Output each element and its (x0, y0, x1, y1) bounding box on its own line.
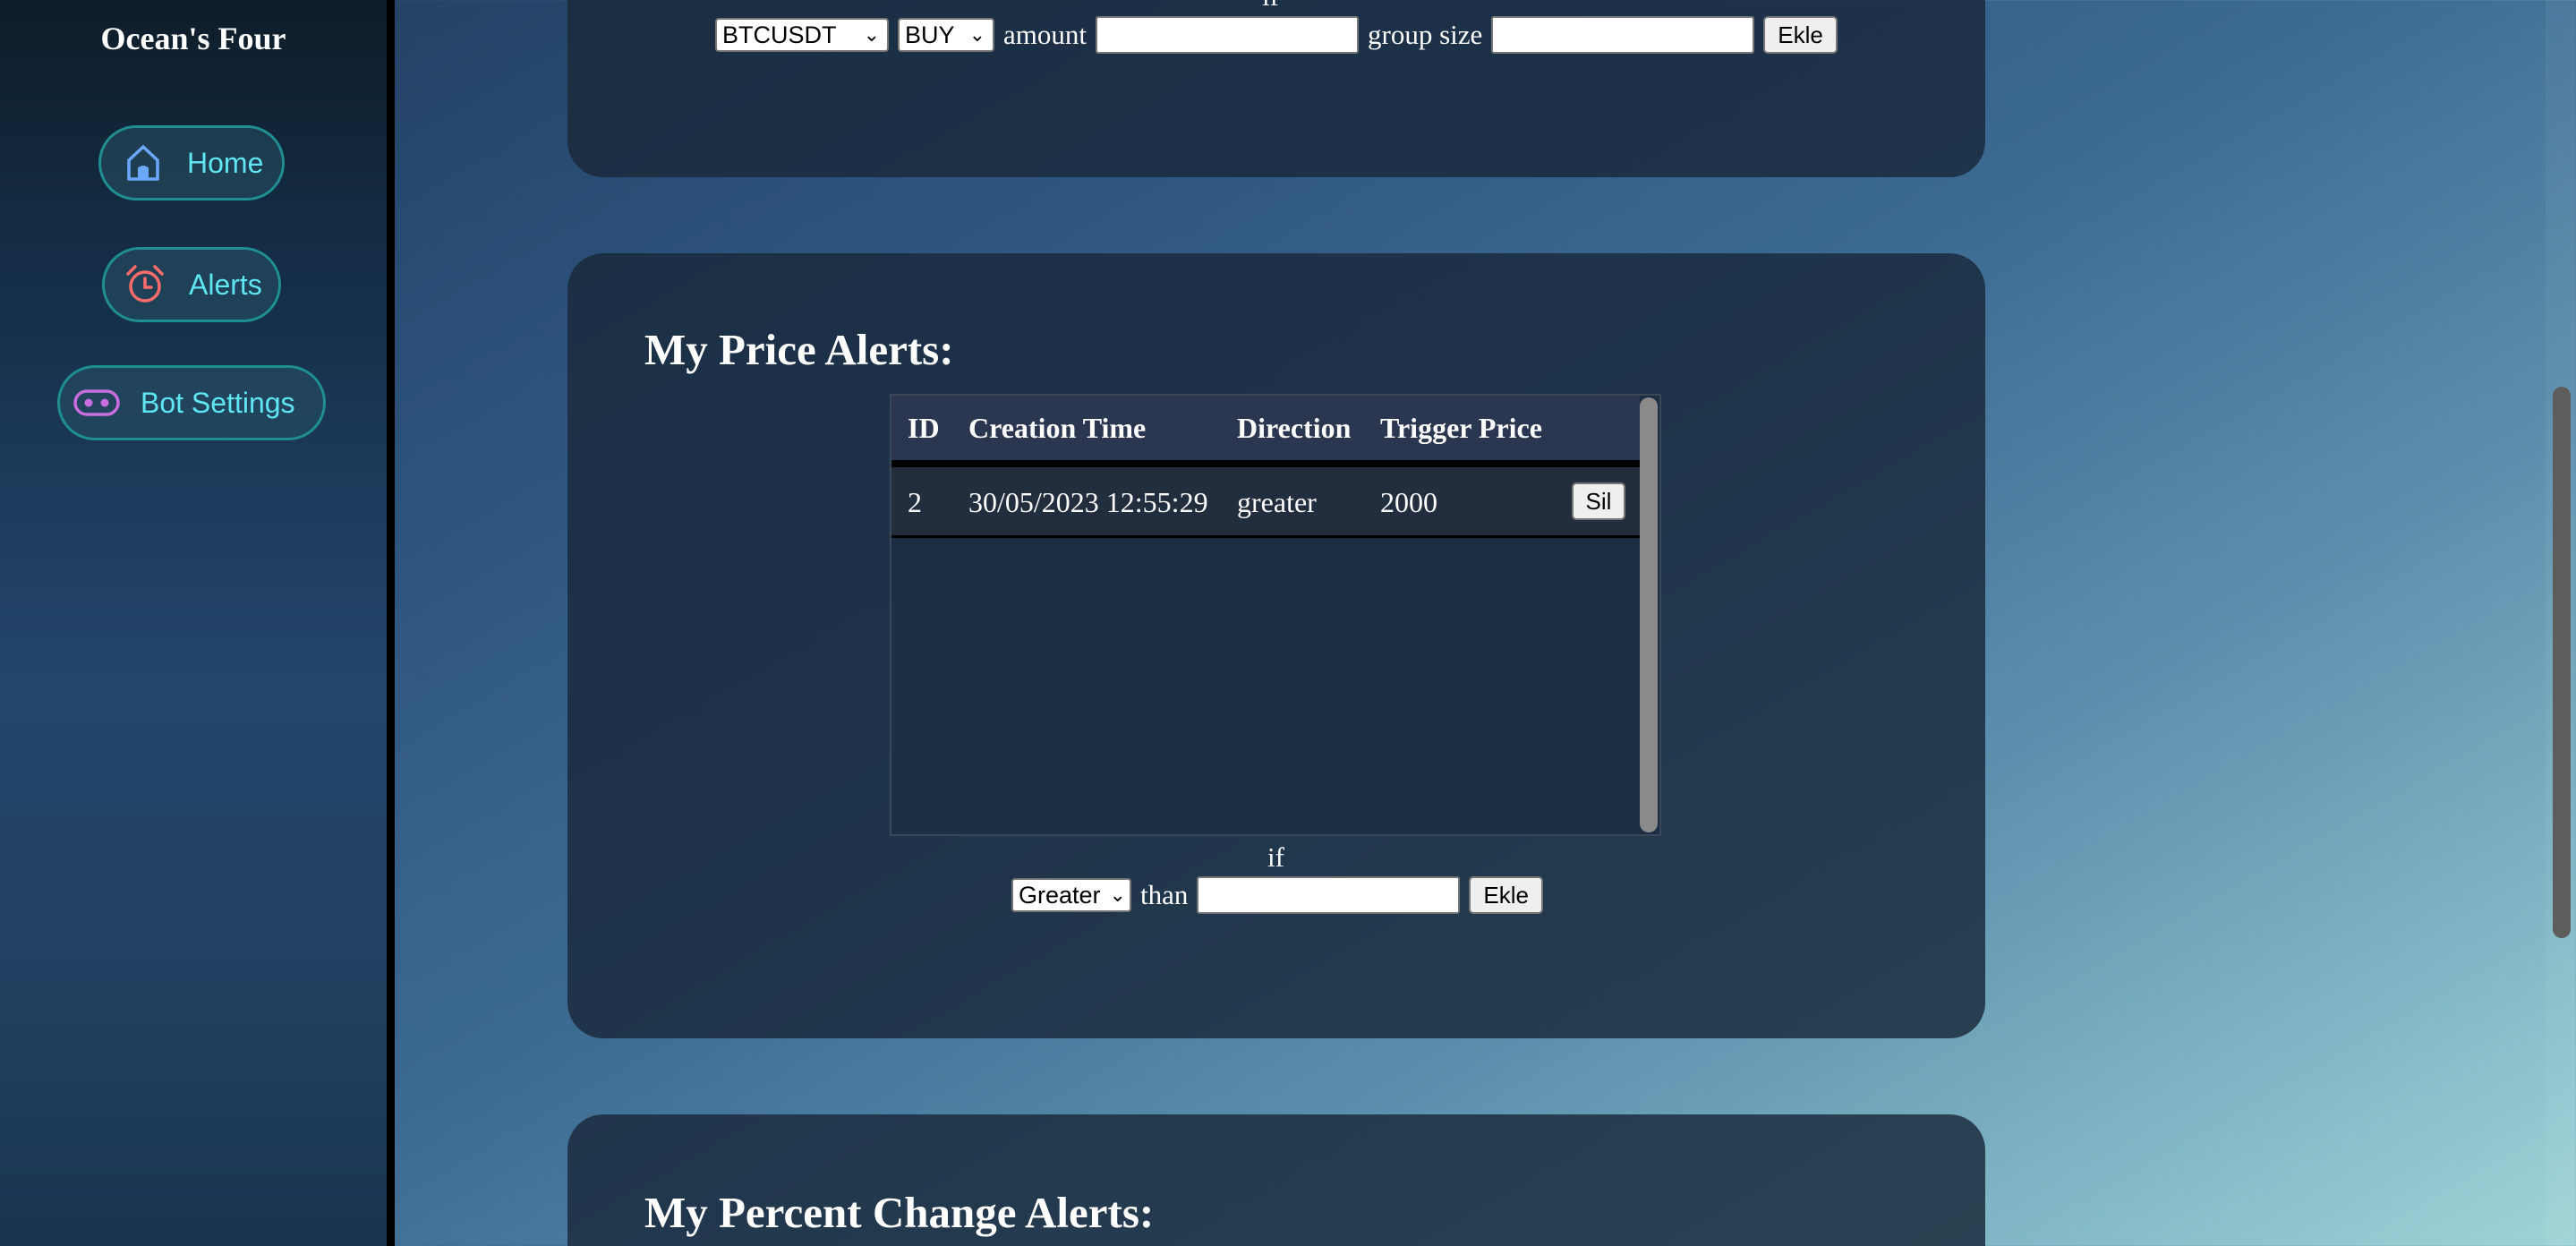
nav-home-label: Home (187, 146, 264, 179)
bot-form: BTCUSDT ⌄ BUY ⌄ amount group size Ekle (715, 16, 1838, 54)
column-header-creation-time: Creation Time (968, 412, 1147, 444)
percent-alerts-title: My Percent Change Alerts: (644, 1188, 1155, 1237)
price-alerts-table: ID Creation Time Direction Trigger Price… (890, 394, 1661, 836)
bot-add-button[interactable]: Ekle (1763, 16, 1838, 54)
chevron-down-icon: ⌄ (863, 23, 880, 46)
side-select-value: BUY (905, 21, 955, 48)
direction-select-value: Greater (1019, 881, 1101, 909)
chevron-down-icon: ⌄ (968, 23, 985, 46)
group-size-input[interactable] (1491, 16, 1755, 54)
chevron-down-icon: ⌄ (1109, 883, 1126, 906)
group-size-label: group size (1368, 19, 1483, 50)
price-if-label: if (1267, 841, 1284, 873)
price-alert-form: Greater ⌄ than Ekle (1011, 876, 1543, 914)
page-scrollbar-thumb[interactable] (2553, 387, 2571, 938)
symbol-select-value: BTCUSDT (722, 21, 837, 48)
page-scrollbar[interactable] (2546, 0, 2576, 1246)
price-add-button[interactable]: Ekle (1469, 876, 1543, 914)
robot-icon (73, 379, 121, 427)
price-input[interactable] (1197, 876, 1461, 914)
nav-home-button[interactable]: Home (98, 125, 285, 201)
cell-id: 2 (908, 486, 922, 518)
nav-alerts-button[interactable]: Alerts (102, 247, 281, 322)
nav-alerts-label: Alerts (189, 268, 262, 301)
cell-trigger-price: 2000 (1380, 486, 1437, 518)
amount-label: amount (1003, 19, 1087, 50)
price-alerts-title: My Price Alerts: (644, 325, 954, 374)
column-header-trigger-price: Trigger Price (1380, 412, 1542, 444)
column-header-direction: Direction (1237, 412, 1352, 444)
home-icon (119, 139, 167, 187)
table-header: ID Creation Time Direction Trigger Price (891, 396, 1640, 467)
delete-alert-button[interactable]: Sil (1572, 482, 1625, 520)
table-scrollbar[interactable] (1640, 397, 1658, 832)
than-label: than (1140, 879, 1189, 910)
bot-if-label: if (1262, 0, 1279, 13)
amount-input[interactable] (1096, 16, 1359, 54)
alarm-clock-icon (121, 260, 169, 309)
direction-select[interactable]: Greater ⌄ (1011, 878, 1131, 912)
cell-direction: greater (1237, 486, 1317, 518)
symbol-select[interactable]: BTCUSDT ⌄ (715, 18, 889, 52)
side-select[interactable]: BUY ⌄ (898, 18, 994, 52)
nav-bot-settings-label: Bot Settings (141, 386, 295, 419)
nav-bot-settings-button[interactable]: Bot Settings (57, 365, 326, 440)
brand-title: Ocean's Four (100, 21, 286, 56)
column-header-id: ID (908, 412, 940, 444)
table-row: 2 30/05/2023 12:55:29 greater 2000 Sil (891, 467, 1640, 538)
cell-creation-time: 30/05/2023 12:55:29 (968, 486, 1208, 518)
sidebar: Ocean's Four Home Alerts Bot Settings (0, 0, 395, 1246)
